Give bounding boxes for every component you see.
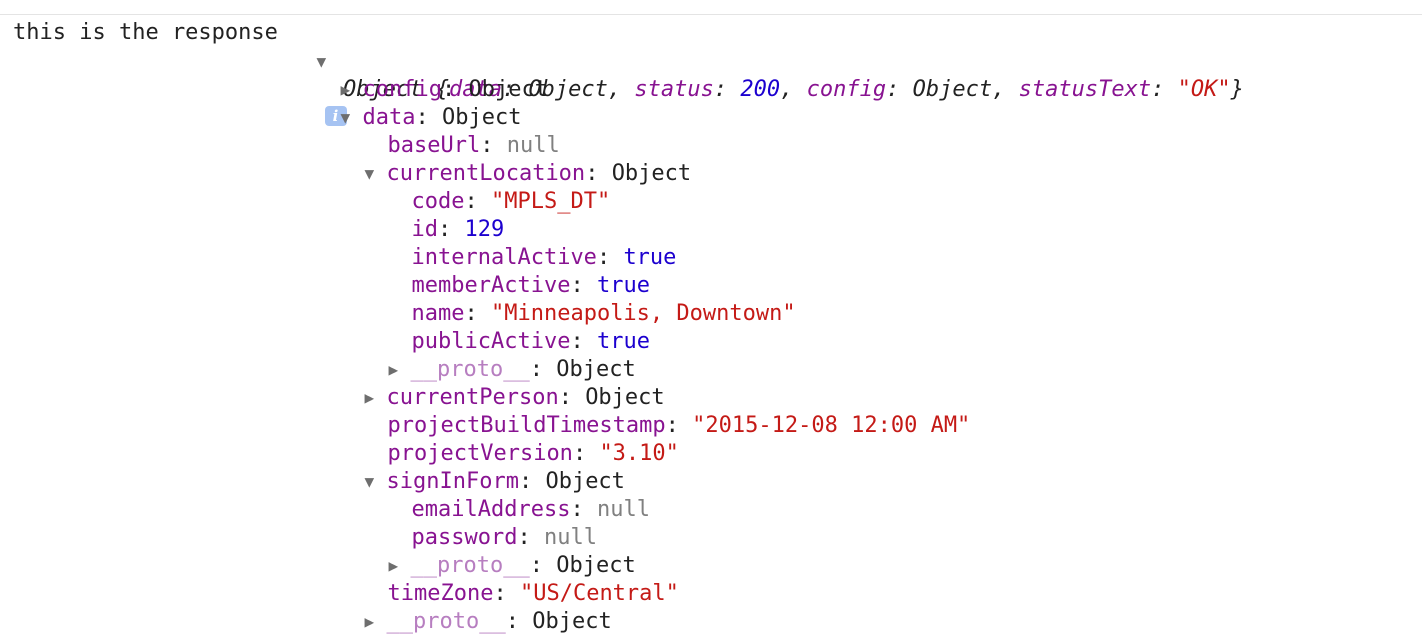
cut-line-key: cookie [66, 13, 145, 14]
tree-row-currentPerson[interactable]: ▶ currentPerson: Object [338, 356, 665, 410]
tree-row-projectVersion: projectVersion: "3.10" [387, 441, 679, 466]
property-value: Object [532, 609, 612, 634]
tree-row-timeZone: timeZone: "US/Central" [387, 581, 679, 606]
previous-log-line: cookie undefined [0, 0, 1422, 15]
expand-triangle-icon[interactable]: ▼ [365, 468, 387, 496]
tree-row-signInForm[interactable]: ▼ signInForm: Object [338, 440, 625, 494]
property-value: "MPLS_DT" [490, 189, 611, 214]
tree-row-data[interactable]: ▼ data: Object [314, 76, 522, 130]
cut-line-sep [145, 13, 158, 14]
property-key: __proto__ [386, 609, 506, 634]
tree-row-internalActive: internalActive: true [411, 245, 677, 270]
summary-key-statusText: statusText [1018, 77, 1152, 102]
tree-row-currentLocation[interactable]: ▼ currentLocation: Object [338, 132, 692, 186]
expand-triangle-icon[interactable]: ▼ [365, 160, 387, 188]
tree-row-id: id: 129 [411, 217, 505, 242]
summary-key-status: status [634, 77, 714, 102]
tree-row-config[interactable]: ▶ config: Object [314, 48, 548, 102]
expand-triangle-icon[interactable]: ▼ [341, 104, 363, 132]
tree-row-code: code: "MPLS_DT" [411, 189, 611, 214]
tree-row-emailAddress: emailAddress: null [411, 497, 650, 522]
summary-value-statusText: "OK" [1177, 77, 1231, 102]
summary-close: } [1230, 77, 1244, 102]
tree-row-proto-currentLocation[interactable]: ▶ __proto__: Object [362, 328, 636, 382]
property-value: "2015-12-08 12:00 AM" [692, 413, 971, 438]
tree-row-name: name: "Minneapolis, Downtown" [411, 301, 796, 326]
property-value: null [596, 497, 650, 522]
summary-value-status: 200 [740, 77, 781, 102]
collapsed-triangle-icon[interactable]: ▶ [365, 608, 387, 636]
summary-value-config: Object [912, 77, 993, 102]
log-prefix: this is the response [13, 20, 278, 45]
tree-row-proto-signInForm[interactable]: ▶ __proto__: Object [362, 524, 636, 578]
tree-row-memberActive: memberActive: true [411, 273, 650, 298]
tree-row-projectBuildTimestamp: projectBuildTimestamp: "2015-12-08 12:00… [387, 413, 971, 438]
object-summary-row[interactable]: ▼ Object {data: Object, status: 200, con… [290, 20, 1244, 126]
tree-row-proto-data[interactable]: ▶ __proto__: Object [338, 580, 612, 634]
tree-row-password: password: null [411, 525, 597, 550]
property-value: Object [611, 161, 692, 186]
cut-line-value: undefined [159, 13, 278, 14]
tree-row-baseUrl: baseUrl: null [387, 133, 560, 158]
summary-key-config: config [806, 77, 887, 102]
tree-row-publicActive: publicActive: true [411, 329, 650, 354]
